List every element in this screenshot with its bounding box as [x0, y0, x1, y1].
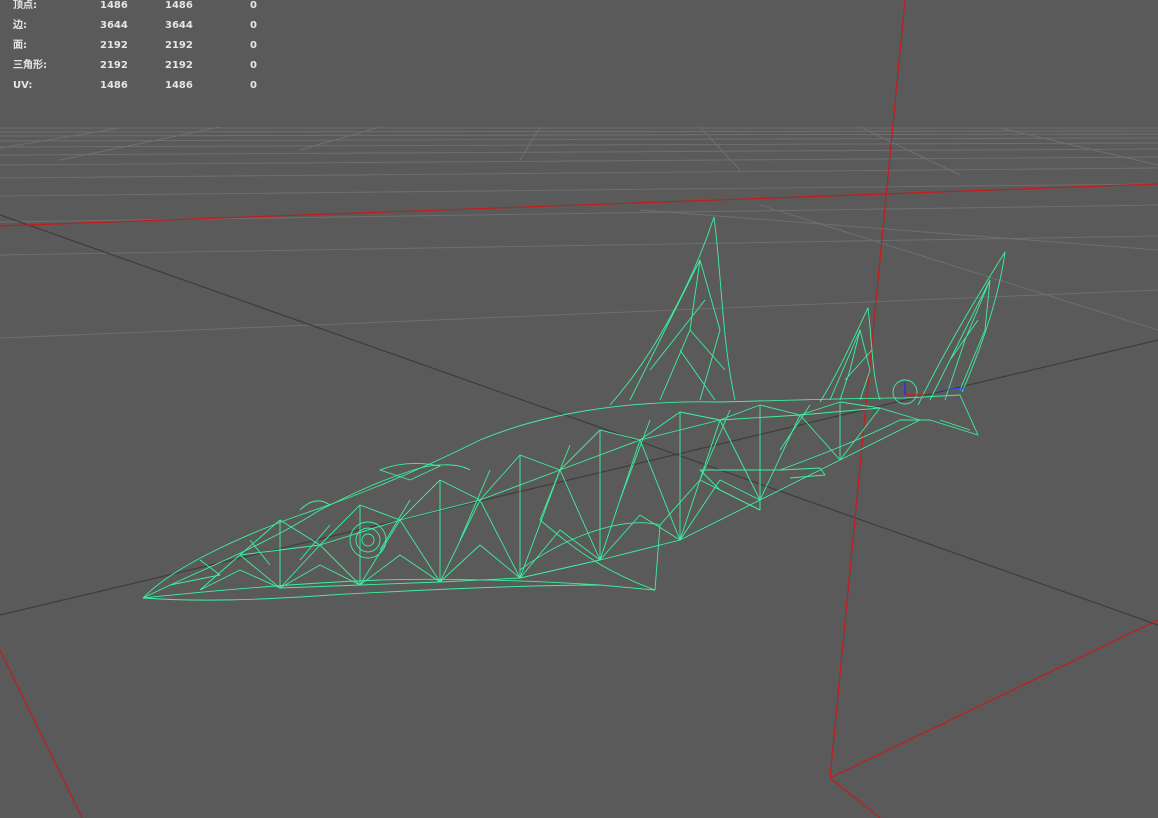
shark-wireframe-mesh[interactable]: [142, 216, 1006, 601]
hud-value: 0: [250, 60, 257, 71]
hud-value: 0: [250, 20, 257, 31]
hud-value: 3644: [100, 20, 128, 31]
hud-value: 1486: [100, 0, 128, 11]
3d-viewport[interactable]: 顶点: 1486 1486 0 边: 3644 3644 0 面: 2192 2…: [0, 0, 1158, 818]
hud-value: 1486: [165, 80, 193, 91]
hud-value: 0: [250, 80, 257, 91]
viewport-scene: [0, 0, 1158, 818]
hud-label: UV:: [13, 80, 33, 91]
hud-value: 3644: [165, 20, 193, 31]
hud-label: 顶点:: [13, 0, 37, 11]
hud-label: 面:: [13, 40, 27, 51]
hud-label: 三角形:: [13, 60, 47, 71]
hud-value: 2192: [100, 60, 128, 71]
hud-value: 2192: [100, 40, 128, 51]
hud-label: 边:: [13, 20, 27, 31]
axis-lines-red: [0, 0, 1158, 818]
hud-value: 2192: [165, 60, 193, 71]
axis-lines-dark: [0, 214, 1158, 626]
hud-value: 2192: [165, 40, 193, 51]
hud-value: 0: [250, 0, 257, 11]
hud-value: 1486: [100, 80, 128, 91]
hud-value: 1486: [165, 0, 193, 11]
grid-floor: [0, 126, 1158, 339]
hud-value: 0: [250, 40, 257, 51]
